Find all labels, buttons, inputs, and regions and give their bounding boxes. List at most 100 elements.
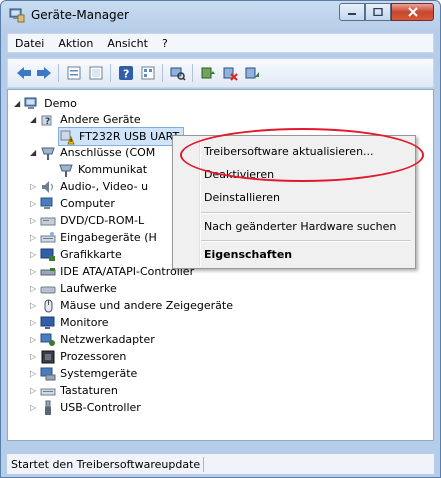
- minimize-button[interactable]: [339, 3, 365, 21]
- expand-arrow-icon[interactable]: ▷: [30, 216, 36, 225]
- tree-item-audio[interactable]: ▷ Audio-, Video- u: [30, 178, 148, 195]
- forward-arrow-icon[interactable]: [36, 65, 52, 81]
- tree-item-label: FT232R USB UART: [79, 130, 180, 143]
- tree-item-label: Computer: [60, 197, 115, 210]
- unknown-device-icon: ?: [41, 115, 52, 127]
- keyboard-icon: [40, 388, 56, 395]
- tree-item-grafikkarte[interactable]: ▷ Grafikkarte: [30, 246, 122, 263]
- tree-item-laufwerke[interactable]: ▷ Laufwerke: [30, 280, 117, 297]
- menu-aktion[interactable]: Aktion: [51, 37, 100, 50]
- tree-item-maeuse[interactable]: ▷ Mäuse und andere Zeigegeräte: [30, 297, 233, 314]
- toolbar-separator: [58, 64, 59, 82]
- expand-arrow-icon[interactable]: ▷: [30, 369, 36, 378]
- speaker-icon: [42, 180, 54, 193]
- tree-item-label: DVD/CD-ROM-L: [60, 214, 145, 227]
- properties-icon[interactable]: [66, 65, 82, 81]
- scan-hardware-icon[interactable]: [170, 65, 186, 81]
- expand-arrow-icon[interactable]: ▷: [30, 301, 36, 310]
- tree-item-label: Anschlüsse (COM: [60, 146, 156, 159]
- maximize-button[interactable]: [365, 3, 391, 21]
- tree-item-ide[interactable]: ▷ IDE ATA/ATAPI-Controller: [30, 263, 194, 280]
- tree-item-andere-geraete[interactable]: ◢ ? Andere Geräte: [30, 111, 141, 128]
- tree-item-label: Systemgeräte: [60, 367, 138, 380]
- port-icon: [59, 164, 73, 177]
- port-icon: [41, 147, 55, 160]
- help-icon[interactable]: ?: [118, 65, 134, 81]
- tree-root-label: Demo: [44, 97, 77, 110]
- toolbar-separator: [110, 64, 111, 82]
- tree-item-kommunikation[interactable]: Kommunikat: [58, 161, 147, 178]
- menu-scan-hardware[interactable]: Nach geänderter Hardware suchen: [204, 220, 396, 233]
- menu-datei[interactable]: Datei: [8, 37, 51, 50]
- tree-item-prozessoren[interactable]: ▷ Prozessoren: [30, 348, 126, 365]
- tree-item-label: Netzwerkadapter: [60, 333, 155, 346]
- tree-item-label: Andere Geräte: [60, 113, 141, 126]
- caption-buttons: [339, 3, 434, 22]
- tree-item-label: Kommunikat: [78, 163, 148, 176]
- tree-item-label: Grafikkarte: [60, 248, 122, 261]
- expand-arrow-icon[interactable]: ▷: [30, 352, 36, 361]
- title-bar[interactable]: Geräte-Manager: [1, 1, 440, 29]
- usb-icon: [45, 400, 52, 415]
- tree-item-computer[interactable]: ▷ Computer: [30, 195, 115, 212]
- menu-ansicht[interactable]: Ansicht: [100, 37, 155, 50]
- expand-arrow-icon[interactable]: ▷: [30, 284, 36, 293]
- tree-item-netzwerkadapter[interactable]: ▷ Netzwerkadapter: [30, 331, 155, 348]
- tree-item-systemgeraete[interactable]: ▷ Systemgeräte: [30, 365, 137, 382]
- tree-item-label: Eingabegeräte (H: [60, 231, 157, 244]
- device-manager-icon: [9, 8, 25, 23]
- enable-device-icon[interactable]: [200, 65, 216, 81]
- collapse-arrow-icon[interactable]: ◢: [30, 148, 36, 157]
- tree-item-tastaturen[interactable]: ▷ Tastaturen: [30, 382, 118, 399]
- network-adapter-icon: [40, 333, 56, 346]
- expand-arrow-icon[interactable]: ▷: [30, 182, 36, 191]
- minimize-icon: [348, 13, 356, 15]
- svg-text:?: ?: [123, 68, 129, 81]
- collapse-arrow-icon[interactable]: ◢: [14, 99, 20, 108]
- close-button[interactable]: [391, 3, 434, 21]
- update-driver-icon[interactable]: [88, 65, 104, 81]
- tree-item-dvd[interactable]: ▷ DVD/CD-ROM-L: [30, 212, 144, 229]
- tree-item-label: Monitore: [60, 316, 109, 329]
- expand-arrow-icon[interactable]: ▷: [30, 199, 36, 208]
- expand-arrow-icon[interactable]: ▷: [30, 267, 36, 276]
- expand-arrow-icon[interactable]: ▷: [30, 386, 36, 395]
- expand-arrow-icon[interactable]: ▷: [30, 250, 36, 259]
- tree-item-label: Tastaturen: [60, 384, 118, 397]
- dvd-drive-icon: [40, 217, 56, 225]
- back-arrow-icon[interactable]: [16, 65, 32, 81]
- collapse-arrow-icon[interactable]: ◢: [30, 115, 36, 124]
- toolbar-separator: [192, 64, 193, 82]
- menu-properties[interactable]: Eigenschaften: [204, 248, 292, 261]
- tree-root[interactable]: ◢ Demo: [14, 95, 77, 112]
- expand-arrow-icon[interactable]: ▷: [30, 318, 36, 327]
- tree-item-anschluesse[interactable]: ◢ Anschlüsse (COM: [30, 144, 155, 161]
- uninstall-icon[interactable]: [222, 65, 238, 81]
- computer-icon: [40, 197, 53, 209]
- svg-text:?: ?: [45, 117, 50, 127]
- mouse-icon: [44, 299, 53, 312]
- tree-item-usb[interactable]: ▷ USB-Controller: [30, 399, 141, 416]
- expand-arrow-icon[interactable]: ▷: [30, 335, 36, 344]
- menu-help[interactable]: ?: [155, 37, 175, 50]
- tree-item-eingabegeraete[interactable]: ▷ Eingabegeräte (H: [30, 229, 157, 246]
- tree-item-monitore[interactable]: ▷ Monitore: [30, 314, 109, 331]
- expand-arrow-icon[interactable]: ▷: [30, 403, 36, 412]
- toolbar-separator: [162, 64, 163, 82]
- tree-item-label: Laufwerke: [60, 282, 117, 295]
- tree-item-label: USB-Controller: [60, 401, 141, 414]
- view-icon[interactable]: [140, 65, 156, 81]
- menu-uninstall[interactable]: Deinstallieren: [204, 191, 280, 204]
- expand-arrow-icon[interactable]: ▷: [30, 233, 36, 242]
- maximize-icon: [373, 8, 383, 16]
- computer-icon: [24, 97, 37, 109]
- warning-device-icon: [60, 130, 75, 144]
- monitor-icon: [40, 316, 55, 329]
- context-menu-separator: [201, 212, 411, 214]
- status-text: Startet den Treibersoftwareupdate: [11, 457, 201, 471]
- keyboard-icon: [40, 231, 56, 242]
- disable-device-icon[interactable]: [244, 65, 260, 81]
- status-bar: Startet den Treibersoftwareupdate: [7, 453, 434, 474]
- context-menu-separator: [201, 240, 411, 242]
- menu-bar: Datei Aktion Ansicht ?: [7, 33, 434, 53]
